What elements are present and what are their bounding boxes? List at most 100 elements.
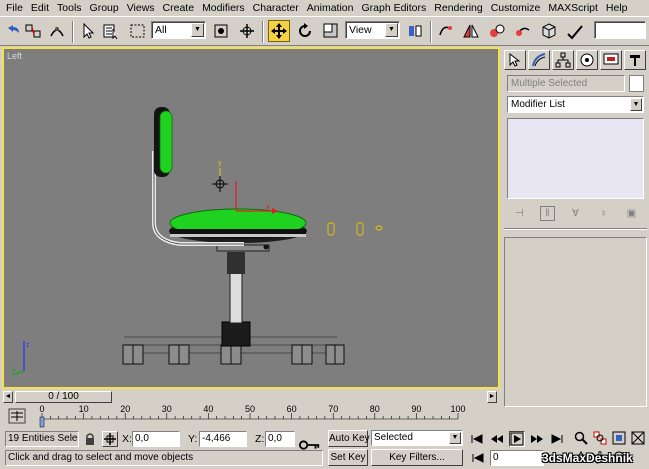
- use-pivot-center-icon[interactable]: [404, 20, 426, 42]
- menu-group[interactable]: Group: [86, 0, 123, 16]
- set-key-button[interactable]: Set Key: [328, 449, 368, 466]
- menu-maxscript[interactable]: MAXScript: [544, 0, 602, 16]
- utilities-tab-icon[interactable]: [624, 50, 646, 70]
- current-frame-field[interactable]: 0: [490, 450, 544, 466]
- menu-tools[interactable]: Tools: [53, 0, 86, 16]
- world-axis-y-label: y: [12, 366, 16, 373]
- auto-key-button[interactable]: Auto Key: [328, 430, 370, 447]
- x-coord-field[interactable]: 0,0: [132, 431, 180, 447]
- modify-tab-icon[interactable]: [528, 50, 550, 70]
- chair-casters: [122, 344, 345, 365]
- select-object-icon[interactable]: [77, 20, 99, 42]
- menu-rendering[interactable]: Rendering: [430, 0, 486, 16]
- track-tick-label: 70: [328, 405, 338, 414]
- undo-icon[interactable]: [2, 20, 24, 42]
- menu-help[interactable]: Help: [602, 0, 632, 16]
- menu-animation[interactable]: Animation: [303, 0, 358, 16]
- previous-frame-icon[interactable]: [489, 431, 505, 447]
- object-name-field[interactable]: Multiple Selected: [507, 75, 625, 92]
- menu-edit[interactable]: Edit: [27, 0, 53, 16]
- viewport-left[interactable]: Left x y z y: [2, 47, 500, 389]
- go-to-end-icon[interactable]: [549, 431, 565, 447]
- menu-file[interactable]: File: [2, 0, 27, 16]
- material-editor-icon[interactable]: [538, 20, 560, 42]
- select-and-link-object-icon[interactable]: [435, 20, 457, 42]
- next-frame-icon[interactable]: [529, 431, 545, 447]
- toolbar-separator: [72, 21, 74, 43]
- zoom-extents-icon[interactable]: [611, 430, 627, 446]
- time-slider[interactable]: ◄ 0 / 100 ►: [0, 390, 500, 404]
- parameters-rollout: [504, 237, 647, 407]
- current-frame-marker: [39, 416, 45, 428]
- reference-coordinate-dropdown[interactable]: View ▼: [345, 21, 400, 39]
- menu-bar: File Edit Tools Group Views Create Modifiers Ch…: [0, 0, 649, 16]
- hierarchy-tab-icon[interactable]: [552, 50, 574, 70]
- display-tab-icon[interactable]: [600, 50, 622, 70]
- select-and-manipulate-icon[interactable]: [210, 20, 232, 42]
- zoom-extents-all-icon[interactable]: [630, 430, 646, 446]
- chair-cylinder: [229, 272, 243, 324]
- lock-selection-icon[interactable]: [82, 431, 98, 447]
- watermark: 3dsMaxDeshnik: [542, 451, 633, 465]
- align-icon[interactable]: [486, 20, 508, 42]
- selection-info-field: 19 Entities Selecte: [5, 431, 79, 447]
- track-tick-label: 90: [411, 405, 421, 414]
- make-unique-icon[interactable]: ∀: [568, 206, 583, 221]
- z-coord-field[interactable]: 0,0: [265, 431, 295, 447]
- absolute-mode-transform-icon[interactable]: [102, 431, 118, 447]
- time-slider-next-icon[interactable]: ►: [487, 391, 497, 403]
- helper-objects: [327, 222, 383, 236]
- menu-views[interactable]: Views: [123, 0, 159, 16]
- open-mini-curve-editor-icon[interactable]: [8, 408, 26, 424]
- mirror-icon[interactable]: [460, 20, 482, 42]
- configure-modifier-sets-icon[interactable]: ▣: [624, 206, 639, 221]
- show-end-result-icon[interactable]: ‖: [540, 205, 555, 221]
- key-mode-dropdown[interactable]: Selected ▼: [371, 430, 463, 446]
- time-slider-prev-icon[interactable]: ◄: [3, 391, 13, 403]
- layer-manager-icon[interactable]: [512, 20, 534, 42]
- select-and-rotate-icon[interactable]: [294, 20, 316, 42]
- panel-divider: [504, 228, 647, 230]
- modifier-list-label: Modifier List: [511, 99, 565, 110]
- selection-filter-dropdown[interactable]: All ▼: [151, 21, 206, 39]
- prompt-line: Click and drag to select and move object…: [5, 450, 323, 466]
- track-tick-label: 40: [203, 405, 213, 414]
- menu-modifiers[interactable]: Modifiers: [198, 0, 249, 16]
- chevron-down-icon: ▼: [191, 23, 204, 37]
- object-color-swatch[interactable]: [629, 75, 644, 92]
- key-filters-button[interactable]: Key Filters...: [371, 449, 463, 466]
- menu-character[interactable]: Character: [249, 0, 303, 16]
- menu-create[interactable]: Create: [159, 0, 199, 16]
- x-coord-label: X:: [122, 433, 132, 445]
- toolbar-separator: [430, 21, 432, 43]
- spell-check-icon[interactable]: [564, 20, 586, 42]
- play-icon[interactable]: [509, 431, 525, 447]
- select-and-place-icon[interactable]: [236, 20, 258, 42]
- remove-modifier-icon[interactable]: ♁: [596, 206, 611, 221]
- modifier-list-dropdown[interactable]: Modifier List ▼: [507, 96, 644, 113]
- time-slider-thumb[interactable]: 0 / 100: [15, 391, 112, 403]
- rectangular-selection-icon[interactable]: [127, 20, 149, 42]
- named-selection-field[interactable]: [594, 21, 646, 39]
- zoom-all-icon[interactable]: [592, 430, 608, 446]
- track-bar-ruler: 0 10 20 30 40 50 60 70 80 90 100: [39, 405, 466, 428]
- chevron-down-icon: ▼: [449, 432, 461, 444]
- y-coord-field[interactable]: -4,466: [199, 431, 247, 447]
- track-bar[interactable]: 0 10 20 30 40 50 60 70 80 90 100: [0, 405, 500, 429]
- chair-cylinder-base: [221, 321, 251, 347]
- select-and-move-icon[interactable]: [268, 20, 290, 42]
- menu-customize[interactable]: Customize: [487, 0, 545, 16]
- menu-graph-editors[interactable]: Graph Editors: [357, 0, 430, 16]
- pin-stack-icon[interactable]: ⊣: [512, 206, 527, 221]
- key-mode-toggle-icon[interactable]: [470, 450, 486, 466]
- create-tab-icon[interactable]: [504, 50, 526, 70]
- toolbar-separator: [262, 21, 264, 43]
- select-and-link-icon[interactable]: [22, 20, 44, 42]
- select-and-scale-icon[interactable]: [320, 20, 342, 42]
- select-by-name-icon[interactable]: [100, 20, 122, 42]
- bind-to-spacewarp-icon[interactable]: [46, 20, 68, 42]
- zoom-icon[interactable]: [573, 430, 589, 446]
- go-to-start-icon[interactable]: [469, 431, 485, 447]
- modifier-stack[interactable]: [507, 118, 644, 199]
- motion-tab-icon[interactable]: [576, 50, 598, 70]
